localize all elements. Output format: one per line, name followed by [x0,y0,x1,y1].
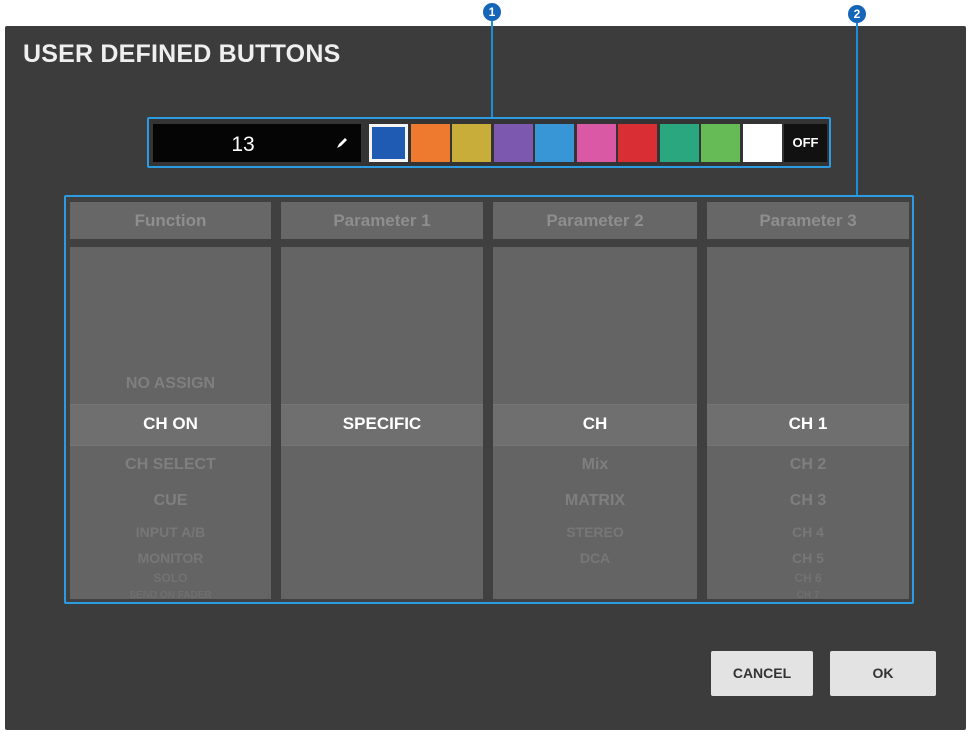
list-item[interactable]: INPUT A/B [70,524,271,540]
annotation-marker-2: 2 [848,5,866,23]
column-list[interactable]: CH 1 CH 2 CH 3 CH 4 CH 5 CH 6 CH 7 [707,247,909,601]
selector-column: Parameter 1 SPECIFIC [281,202,483,599]
list-item[interactable]: SOLO [70,571,271,585]
color-off-button[interactable]: OFF [784,124,827,162]
list-item[interactable]: NO ASSIGN [70,375,271,393]
list-item-selected[interactable]: SPECIFIC [281,414,483,434]
list-item[interactable]: CH 2 [707,456,909,474]
column-header: Parameter 2 [493,202,697,239]
list-item[interactable]: CH 3 [707,492,909,510]
list-item-selected[interactable]: CH [493,414,697,434]
list-item[interactable]: CUE [70,492,271,510]
column-header: Parameter 1 [281,202,483,239]
list-item[interactable]: CH 6 [707,571,909,585]
list-item[interactable]: CH 5 [707,550,909,566]
list-item[interactable]: CH SELECT [70,456,271,474]
color-swatch-yellow[interactable] [452,124,491,162]
list-item[interactable]: DCA [493,550,697,566]
color-swatch-teal[interactable] [659,124,699,162]
list-item[interactable]: STEREO [493,524,697,540]
selector-column: Function NO ASSIGN CH ON CH SELECT CUE INPUT … [70,202,271,601]
button-name-field[interactable]: 13 [153,124,361,162]
column-list[interactable]: NO ASSIGN CH ON CH SELECT CUE INPUT A/B MONIT… [70,247,271,601]
color-swatch-orange[interactable] [410,124,450,162]
button-name-value: 13 [231,133,255,156]
list-item-selected[interactable]: CH 1 [707,414,909,434]
color-swatch-purple[interactable] [493,124,533,162]
color-swatch-green[interactable] [701,124,740,162]
color-swatch-red[interactable] [618,124,657,162]
list-item[interactable]: MONITOR [70,550,271,566]
column-header: Parameter 3 [707,202,909,239]
list-item[interactable]: MATRIX [493,492,697,510]
annotation-line-2 [856,23,858,195]
list-item[interactable]: Mix [493,456,697,474]
list-item[interactable]: CH 7 [707,590,909,601]
color-swatch-blue[interactable] [369,124,408,162]
button-name-color-bar: 13 OFF [147,117,831,168]
color-swatch-white[interactable] [742,124,782,162]
color-swatch-light-blue[interactable] [535,124,574,162]
selector-column: Parameter 2 CH Mix MATRIX STEREO DCA [493,202,697,599]
list-item[interactable]: SEND ON FADER [70,590,271,601]
screen: USER DEFINED BUTTONS 1 2 13 OFF Function… [0,0,978,732]
selector-column: Parameter 3 CH 1 CH 2 CH 3 CH 4 CH 5 CH 6 CH 7 [707,202,909,601]
cancel-button[interactable]: CANCEL [711,651,813,696]
color-swatch-pink[interactable] [576,124,616,162]
list-item-selected[interactable]: CH ON [70,414,271,434]
dialog-title: USER DEFINED BUTTONS [23,40,341,68]
annotation-line-1 [491,21,493,117]
column-list[interactable]: SPECIFIC [281,247,483,599]
column-list[interactable]: CH Mix MATRIX STEREO DCA [493,247,697,599]
list-item[interactable]: CH 4 [707,524,909,540]
pencil-icon [337,138,347,148]
ok-button[interactable]: OK [830,651,936,696]
annotation-marker-1: 1 [483,3,501,21]
function-parameter-selector: Function NO ASSIGN CH ON CH SELECT CUE INPUT … [64,195,914,604]
column-header: Function [70,202,271,239]
